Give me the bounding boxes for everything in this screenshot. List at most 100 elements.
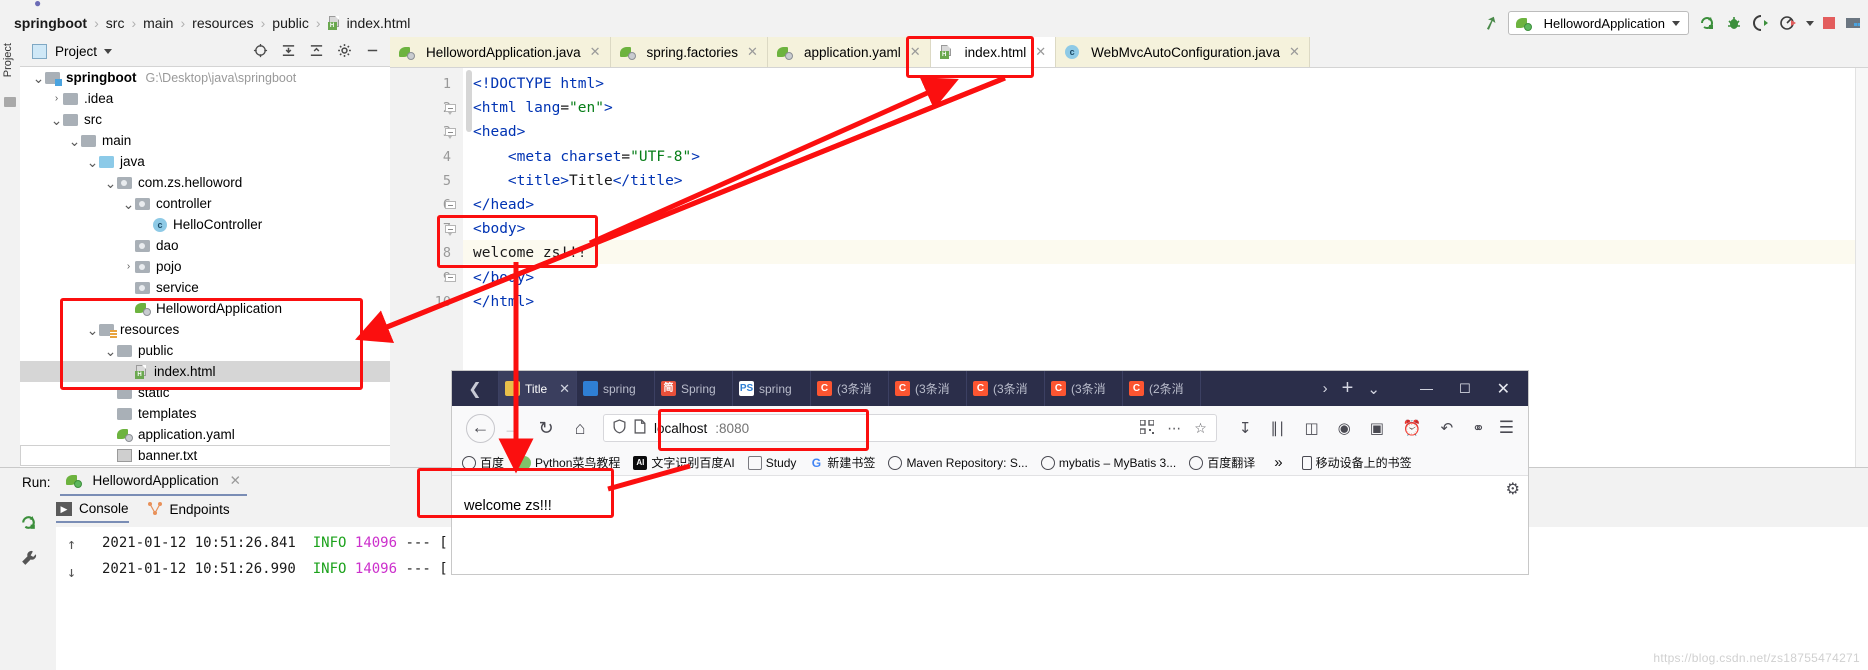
locate-icon[interactable] <box>253 43 268 61</box>
url-bar-actions[interactable]: ⋯ ☆ <box>1139 418 1207 437</box>
tab-endpoints[interactable]: Endpoints <box>147 501 230 523</box>
url-bar[interactable]: localhost:8080 ⋯ ☆ <box>603 414 1217 442</box>
sidebar-icon[interactable]: ◫ <box>1304 419 1318 437</box>
undo-icon[interactable]: ↶ <box>1441 419 1454 437</box>
tree-item-static[interactable]: static <box>20 382 390 403</box>
tree-item-application-yaml[interactable]: application.yaml <box>20 424 390 445</box>
rerun-icon[interactable] <box>19 513 38 535</box>
tree-item-src[interactable]: ⌄ src <box>20 109 390 130</box>
collapse-all-icon[interactable] <box>309 43 324 61</box>
editor-tab-close-icon[interactable]: ✕ <box>1289 44 1300 60</box>
container-icon[interactable]: ▣ <box>1370 419 1384 437</box>
settings-gear-icon[interactable] <box>337 43 352 61</box>
forward-button[interactable]: → <box>495 418 529 439</box>
tree-item-templates[interactable]: templates <box>20 403 390 424</box>
code-fold-icon[interactable] <box>445 104 456 116</box>
chevron-down-icon[interactable]: ⌄ <box>104 176 117 190</box>
tree-item-banner-txt[interactable]: banner.txt <box>20 445 390 466</box>
editor-tab-webmvcautoconfiguration-java[interactable]: c WebMvcAutoConfiguration.java ✕ <box>1056 37 1310 67</box>
code-line[interactable]: <html lang="en"> <box>473 100 613 116</box>
bookmarks-bar[interactable]: 百度 Python菜鸟教程 AI 文字识别百度AI Study G 新建书签 Maven Re… <box>452 450 1528 476</box>
tab-console[interactable]: ▶ Console <box>56 501 129 523</box>
chevron-down-icon[interactable]: ⌄ <box>86 323 99 337</box>
code-line[interactable]: <title>Title</title> <box>473 173 683 189</box>
code-line[interactable]: <head> <box>473 124 525 140</box>
tree-item-public[interactable]: ⌄ public <box>20 340 390 361</box>
chevron-right-icon[interactable]: › <box>50 93 63 104</box>
bookmarks-overflow-icon[interactable]: » <box>1274 454 1282 471</box>
tree-item-hellocontroller[interactable]: c HelloController <box>20 214 390 235</box>
chevron-down-icon[interactable]: ⌄ <box>122 197 135 211</box>
tab-overflow-icon[interactable]: › <box>1323 380 1328 397</box>
code-line[interactable]: <meta charset="UTF-8"> <box>473 149 700 165</box>
hide-panel-icon[interactable] <box>365 43 380 61</box>
editor-tab-application-yaml[interactable]: application.yaml ✕ <box>767 37 931 67</box>
close-icon[interactable]: ✕ <box>230 473 241 489</box>
chevron-down-icon[interactable] <box>104 49 113 54</box>
tab-list-chevron-down-icon[interactable]: ⌄ <box>1367 380 1380 398</box>
firefox-window[interactable]: ❮ Title ✕ spring 简 Spring PS spring C (3条消 C (3条消 C… <box>452 371 1528 574</box>
run-subtabs[interactable]: ▶ Console Endpoints <box>56 497 230 527</box>
editor-tab-close-icon[interactable]: ✕ <box>910 44 921 60</box>
browser-tab-4[interactable]: C (3条消 <box>811 371 889 406</box>
project-panel-actions[interactable] <box>253 43 390 61</box>
chevron-down-icon[interactable]: ⌄ <box>50 113 63 127</box>
browser-tab-0[interactable]: Title ✕ <box>499 371 577 406</box>
editor-tab-bar[interactable]: HellowordApplication.java ✕ spring.factori… <box>390 37 1868 68</box>
left-tool-window-strip[interactable]: Project <box>0 37 21 467</box>
build-arrow-icon[interactable]: ➚ <box>1480 10 1502 35</box>
rerun-icon[interactable] <box>1698 14 1716 32</box>
code-line[interactable]: </html> <box>473 294 534 310</box>
sync-icon[interactable]: ⚭ <box>1472 419 1485 437</box>
maximize-button[interactable]: ☐ <box>1459 381 1471 397</box>
tree-item-com-zs-helloword[interactable]: ⌄ com.zs.helloword <box>20 172 390 193</box>
tree-item-pojo[interactable]: › pojo <box>20 256 390 277</box>
run-toolbar[interactable]: ➚ HellowordApplication <box>1480 9 1862 37</box>
code-fold-icon[interactable] <box>445 225 456 237</box>
coverage-icon[interactable] <box>1752 14 1770 32</box>
tree-item-controller[interactable]: ⌄ controller <box>20 193 390 214</box>
code-line[interactable]: </head> <box>473 197 534 213</box>
bookmark-6[interactable]: mybatis – MyBatis 3... <box>1040 455 1176 470</box>
reload-button[interactable]: ↻ <box>529 418 563 439</box>
chevron-down-icon[interactable]: ⌄ <box>104 344 117 358</box>
profile-icon[interactable] <box>1779 14 1797 32</box>
page-settings-icon[interactable]: ⚙ <box>1506 479 1520 499</box>
expand-all-icon[interactable] <box>281 43 296 61</box>
minimize-button[interactable]: — <box>1420 381 1433 396</box>
bookmark-4[interactable]: G 新建书签 <box>809 454 876 471</box>
tree-item-java[interactable]: ⌄ java <box>20 151 390 172</box>
editor-tab-close-icon[interactable]: ✕ <box>747 44 758 60</box>
chevron-down-icon[interactable]: ⌄ <box>86 155 99 169</box>
editor-error-stripe[interactable] <box>1855 68 1868 467</box>
browser-toolbar-icons[interactable]: ↧ ∥∣ ◫ ◉ ▣ ⏰ ↶ ⚭ <box>1225 419 1499 437</box>
stop-icon[interactable] <box>1823 17 1835 29</box>
tree-item-index-html[interactable]: Hindex.html <box>20 361 390 382</box>
more-icon[interactable]: ⋯ <box>1167 420 1181 437</box>
console-gutter[interactable]: ↑ ↓ <box>56 527 92 670</box>
bookmark-0[interactable]: 百度 <box>462 454 504 471</box>
bookmark-star-icon[interactable]: ☆ <box>1194 420 1207 437</box>
chevron-right-icon[interactable]: › <box>122 261 135 272</box>
browser-tab-3[interactable]: PS spring <box>733 371 811 406</box>
breadcrumb-item-3[interactable]: resources <box>192 15 253 31</box>
chevron-down-icon[interactable] <box>1672 20 1680 26</box>
tree-item-service[interactable]: service <box>20 277 390 298</box>
scroll-down-icon[interactable]: ↓ <box>67 563 76 581</box>
layout-icon[interactable] <box>1844 14 1862 32</box>
browser-tab-8[interactable]: C (2条消 <box>1123 371 1201 406</box>
menu-icon[interactable]: ☰ <box>1499 418 1528 438</box>
run-config-tab[interactable]: HellowordApplication ✕ <box>59 470 247 496</box>
tree-item-hellowordapplication[interactable]: HellowordApplication <box>20 298 390 319</box>
tree-item-main[interactable]: ⌄ main <box>20 130 390 151</box>
editor-tab-spring-factories[interactable]: spring.factories ✕ <box>610 37 768 67</box>
settings-wrench-icon[interactable] <box>19 549 38 571</box>
browser-tab-5[interactable]: C (3条消 <box>889 371 967 406</box>
mobile-bookmarks[interactable]: 移动设备上的书签 <box>1301 454 1412 471</box>
tab-bar-tail[interactable]: › + ⌄ <box>1311 371 1392 406</box>
home-button[interactable]: ⌂ <box>563 418 597 439</box>
tab-scroll-left-icon[interactable]: ❮ <box>452 371 499 406</box>
breadcrumb-item-4[interactable]: public <box>272 15 309 31</box>
editor-tab-close-icon[interactable]: ✕ <box>590 44 601 60</box>
code-line[interactable]: <body> <box>473 221 525 237</box>
